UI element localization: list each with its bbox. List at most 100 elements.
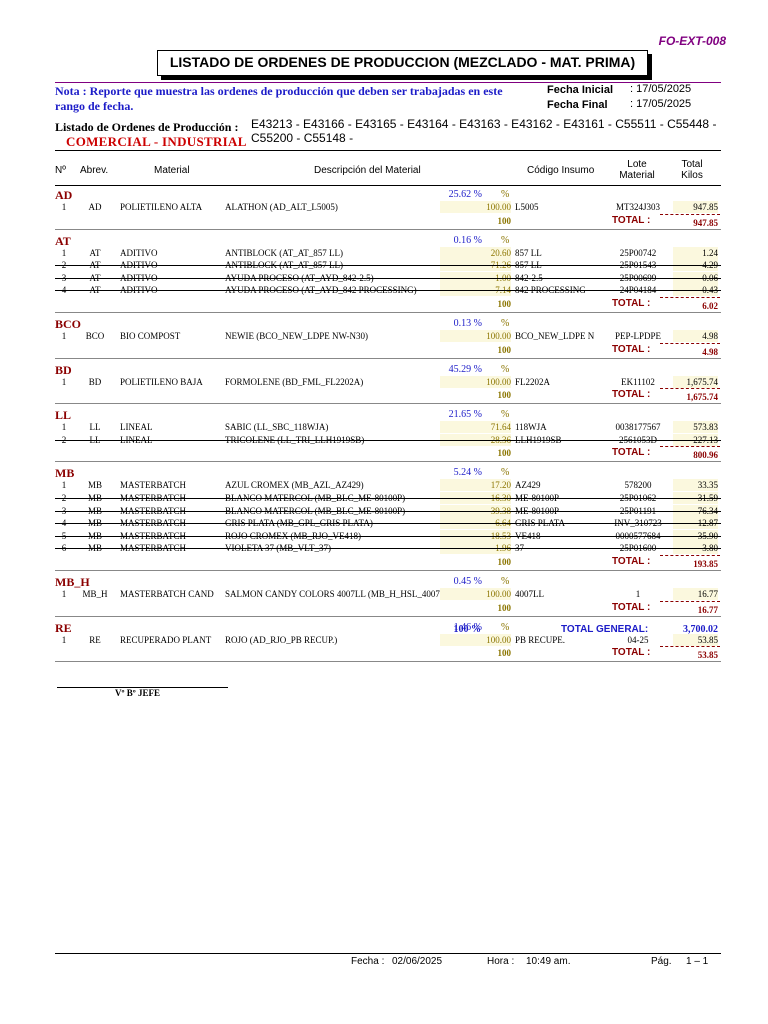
group-pct-sign: % <box>501 189 510 200</box>
group-total-label: TOTAL : <box>612 389 651 401</box>
row-codigo: PB RECUPE. <box>515 634 566 645</box>
row-lote: MT324J303 <box>615 202 660 212</box>
row-description: NEWIE (BCO_NEW_LDPE NW-N30) <box>225 331 368 341</box>
strike-line <box>55 535 721 537</box>
row-index: 1 <box>61 331 67 341</box>
strike-line <box>55 510 721 512</box>
table-row: 6MBMASTERBATCHVIOLETA 37 (MB_VLT_37)1.96… <box>0 542 768 555</box>
group-subtotal-pct: 100 <box>497 344 512 355</box>
row-index: 1 <box>61 247 67 258</box>
row-kilos: 947.85 <box>673 201 718 213</box>
group-pct: 25.62 % <box>448 189 482 200</box>
report-title: LISTADO DE ORDENES DE PRODUCCION (MEZCLA… <box>157 50 648 76</box>
row-material: LINEAL <box>120 422 153 433</box>
row-pct: 100.00 <box>440 375 511 388</box>
group-pct: 0.13 % <box>453 318 482 329</box>
group-pct-sign: % <box>501 318 510 329</box>
total-dash-line <box>660 388 720 390</box>
strike-line <box>55 548 721 550</box>
header-rule-top <box>55 150 721 151</box>
row-codigo: 118WJA <box>515 422 547 433</box>
grand-total-label: TOTAL GENERAL: <box>561 624 649 635</box>
table-row: 3MBMASTERBATCHBLANCO MATERCOL (MB_BLC_ME… <box>0 504 768 517</box>
col-header-lote: Lote Material <box>619 159 655 181</box>
group-pct: 5.24 % <box>453 467 482 479</box>
table-row: 5MBMASTERBATCHROJO CROMEX (MB_RJO_VE418)… <box>0 529 768 542</box>
row-codigo: BCO_NEW_LDPE N <box>515 331 595 341</box>
total-dash-line <box>660 555 720 556</box>
total-dash-line <box>660 446 720 448</box>
group-total-value: 4.98 <box>702 346 718 357</box>
group-pct: 0.16 % <box>453 234 482 246</box>
row-material: POLIETILENO ALTA <box>120 202 203 212</box>
row-abrev: RE <box>89 634 101 645</box>
grand-total-pct: 100 % <box>453 624 482 635</box>
col-header-descripcion: Descripción del Material <box>314 165 421 176</box>
row-pct: 20.60 <box>440 246 511 259</box>
total-dash-line <box>660 600 720 602</box>
table-row: 1 BD POLIETILENO BAJA FORMOLENE (BD_FML_FL2… <box>0 375 768 388</box>
total-dash-line <box>660 646 720 648</box>
row-lote: 1 <box>635 589 641 599</box>
group-total-label: TOTAL : <box>612 298 651 309</box>
col-header-abrev: Abrev. <box>80 165 109 176</box>
table-row: 1 LL LINEAL SABIC (LL_SBC_118WJA) 71.64 118WJ… <box>0 421 768 434</box>
row-abrev: BD <box>88 376 102 387</box>
row-index: 1 <box>61 634 67 645</box>
table-row: 1 AD POLIETILENO ALTA ALATHON (AD_ALT_L5005… <box>0 201 768 213</box>
row-lote: 0038177567 <box>615 422 661 433</box>
group-pct-sign: % <box>501 576 510 587</box>
row-pct: 71.64 <box>440 421 511 434</box>
group-separator <box>55 228 721 230</box>
report-note: Nota : Reporte que muestra las ordenes d… <box>55 84 503 113</box>
row-index: 1 <box>61 376 67 387</box>
col-header-material: Material <box>154 165 190 176</box>
row-material: MASTERBATCH <box>120 480 187 491</box>
table-row: 1 RE RECUPERADO PLANT ROJO (AD_RJO_PB RECUP… <box>0 633 768 646</box>
total-dash-line <box>660 297 720 298</box>
fecha-inicial-value: : 17/05/2025 <box>630 83 692 95</box>
footer-hora-label: Hora : <box>487 956 515 967</box>
group-total-row: 100 TOTAL : 16.77 <box>0 600 768 615</box>
group-pct: 0.45 % <box>453 576 482 587</box>
row-lote: 578200 <box>624 480 652 491</box>
row-material: POLIETILENO BAJA <box>120 376 203 387</box>
fecha-inicial-label: Fecha Inicial <box>547 84 614 96</box>
strike-line <box>55 498 721 499</box>
group-total-row: 100 TOTAL : 800.96 <box>0 446 768 460</box>
row-lote: 04-25 <box>627 634 649 645</box>
group-separator <box>55 461 721 463</box>
row-codigo: AZ429 <box>515 480 541 491</box>
group-separator <box>55 312 721 313</box>
strike-line <box>55 439 721 441</box>
row-index: 1 <box>61 589 67 599</box>
group-subtotal-pct: 100 <box>497 390 512 401</box>
group-subtotal-pct: 100 <box>497 602 512 613</box>
group-total-value: 16.77 <box>697 604 718 615</box>
group-subtotal-pct: 100 <box>497 215 512 226</box>
row-kilos: 4.98 <box>673 330 718 342</box>
row-index: 1 <box>61 202 67 212</box>
row-abrev: MB_H <box>82 589 108 599</box>
row-description: SABIC (LL_SBC_118WJA) <box>225 422 329 433</box>
divider <box>55 82 721 83</box>
group-total-row: 100 TOTAL : 193.85 <box>0 555 768 569</box>
group-pct-sign: % <box>501 409 510 421</box>
row-abrev: BCO <box>85 331 105 341</box>
footer-fecha-label: Fecha : <box>351 956 385 967</box>
col-header-total: Total Kilos <box>681 159 703 181</box>
group-subtotal-pct: 100 <box>497 299 512 309</box>
group-total-label: TOTAL : <box>612 447 651 459</box>
group-total-label: TOTAL : <box>612 556 651 567</box>
group-pct: 21.65 % <box>448 409 482 421</box>
col-header-no: Nº <box>55 165 66 176</box>
row-codigo: 857 LL <box>515 247 542 258</box>
group-total-row: 100 TOTAL : 1,675.74 <box>0 388 768 402</box>
row-index: 1 <box>61 480 67 491</box>
table-row: 4MBMASTERBATCHGRIS PLATA (MB_GPL_GRIS PL… <box>0 517 768 530</box>
group-separator <box>55 570 721 571</box>
row-pct: 100.00 <box>440 633 511 646</box>
row-description: ALATHON (AD_ALT_L5005) <box>225 202 338 212</box>
group-total-row: 100 TOTAL : 947.85 <box>0 213 768 228</box>
group-separator <box>55 615 721 617</box>
